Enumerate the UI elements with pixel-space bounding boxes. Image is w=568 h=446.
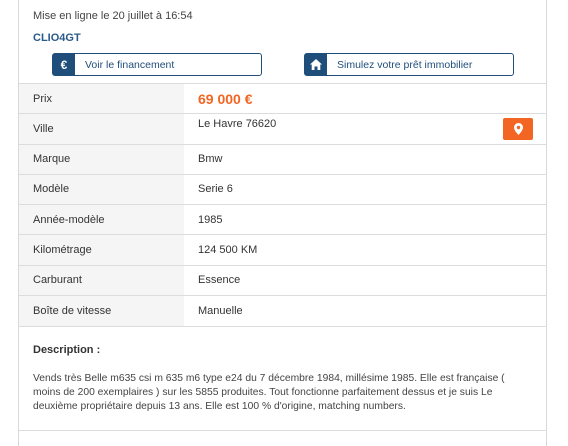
financing-button[interactable]: € Voir le financement xyxy=(52,53,262,76)
spec-row-price: Prix 69 000 € xyxy=(19,83,547,114)
spec-value: 1985 xyxy=(198,213,223,226)
spec-label: Ville xyxy=(19,113,184,144)
spec-label: Boîte de vitesse xyxy=(19,295,184,326)
spec-label: Marque xyxy=(19,144,184,175)
loan-simulator-button[interactable]: Simulez votre prêt immobilier xyxy=(304,53,514,76)
listing-reference: CLIO4GT xyxy=(33,32,81,44)
spec-row-gearbox: Boîte de vitesse Manuelle xyxy=(19,295,547,326)
location-button[interactable] xyxy=(503,117,533,140)
divider xyxy=(19,430,547,431)
spec-label: Carburant xyxy=(19,265,184,296)
spec-value: Manuelle xyxy=(198,304,243,317)
specs-table: Prix 69 000 € Ville Le Havre 76620 Marqu… xyxy=(19,83,547,326)
description-text: Vends très Belle m635 csi m 635 m6 type … xyxy=(33,373,505,412)
spec-label: Année-modèle xyxy=(19,204,184,235)
spec-value: 124 500 KM xyxy=(198,243,258,256)
spec-value: Serie 6 xyxy=(198,183,233,196)
city-value: Le Havre 76620 xyxy=(198,117,277,130)
financing-button-label: Voir le financement xyxy=(85,58,175,71)
spec-value-cell: Le Havre 76620 xyxy=(184,114,547,144)
spec-row-fuel: Carburant Essence xyxy=(19,265,547,296)
spec-value: Bmw xyxy=(198,153,223,166)
spec-row-model: Modèle Serie 6 xyxy=(19,174,547,205)
listing-card: Mise en ligne le 20 juillet à 16:54 CLIO… xyxy=(18,0,547,446)
spec-row-city: Ville Le Havre 76620 xyxy=(19,113,547,144)
spec-row-mileage: Kilométrage 124 500 KM xyxy=(19,234,547,265)
spec-label: Prix xyxy=(19,83,184,114)
price-value: 69 000 € xyxy=(198,90,253,107)
spec-row-brand: Marque Bmw xyxy=(19,144,547,175)
spec-row-year: Année-modèle 1985 xyxy=(19,204,547,235)
euro-icon: € xyxy=(53,54,75,75)
description-title: Description : xyxy=(33,344,101,356)
loan-simulator-label: Simulez votre prêt immobilier xyxy=(337,58,473,71)
published-date: Mise en ligne le 20 juillet à 16:54 xyxy=(33,10,193,22)
description-section: Description : Vends très Belle m635 csi … xyxy=(19,326,547,430)
spec-value: Essence xyxy=(198,274,241,287)
spec-label: Modèle xyxy=(19,174,184,205)
house-icon xyxy=(305,54,327,75)
map-pin-icon xyxy=(513,122,523,135)
spec-label: Kilométrage xyxy=(19,234,184,265)
